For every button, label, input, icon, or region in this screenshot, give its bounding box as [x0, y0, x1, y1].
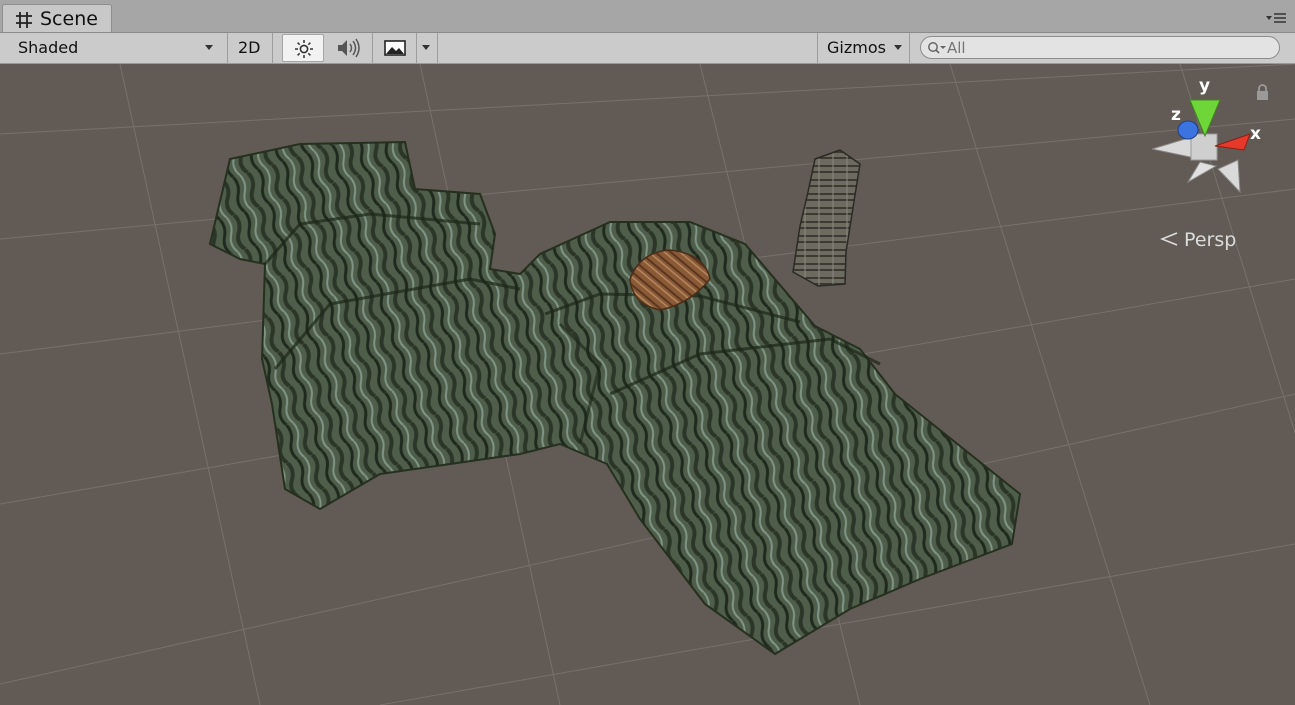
- draw-mode-dropdown[interactable]: Shaded: [6, 33, 220, 63]
- lock-icon[interactable]: [1255, 84, 1270, 101]
- gizmos-label: Gizmos: [827, 38, 886, 57]
- search-icon: [928, 42, 946, 54]
- image-icon: [384, 40, 406, 56]
- chevron-down-icon: [422, 45, 430, 50]
- gizmo-x-cone[interactable]: [1214, 133, 1251, 151]
- scene-viewport[interactable]: y z x Persp: [0, 64, 1295, 705]
- sun-icon: [295, 40, 313, 58]
- draw-mode-label: Shaded: [18, 38, 79, 57]
- effects-toggle-button[interactable]: [376, 33, 414, 63]
- 2d-toggle-button[interactable]: 2D: [229, 33, 269, 63]
- toolbar-divider: [372, 33, 373, 63]
- projection-toggle[interactable]: Persp: [1159, 229, 1237, 251]
- gizmo-z-label: z: [1171, 105, 1181, 125]
- scene-toolbar: Shaded 2D Gizmos: [0, 33, 1295, 64]
- chevron-down-icon: [205, 45, 213, 50]
- tab-options-icon[interactable]: [1265, 11, 1287, 25]
- gizmo-neg-z-cone[interactable]: [1217, 159, 1241, 194]
- stone-pillar: [792, 149, 861, 287]
- gizmo-y-label: y: [1199, 76, 1210, 96]
- toolbar-divider: [227, 33, 228, 63]
- grid-hash-icon: [16, 12, 32, 28]
- toolbar-divider: [272, 33, 273, 63]
- perspective-icon: [1159, 232, 1178, 246]
- rock-slabs: [208, 140, 1022, 656]
- toolbar-divider: [437, 33, 438, 63]
- speaker-icon: [338, 38, 360, 58]
- audio-toggle-button[interactable]: [328, 33, 368, 63]
- search-field[interactable]: [920, 36, 1280, 59]
- gizmo-z-cone[interactable]: [1177, 120, 1199, 140]
- gizmo-neg-y-cone[interactable]: [1186, 161, 1218, 184]
- lighting-toggle-button[interactable]: [282, 34, 324, 62]
- scene-render: [0, 64, 1295, 705]
- scene-tab[interactable]: Scene: [2, 4, 112, 32]
- toolbar-divider: [909, 33, 910, 63]
- gizmo-x-label: x: [1250, 124, 1261, 144]
- gizmo-center-cube[interactable]: [1190, 133, 1218, 161]
- search-input[interactable]: [947, 37, 1267, 58]
- 2d-toggle-label: 2D: [238, 38, 261, 57]
- effects-dropdown[interactable]: [417, 33, 435, 63]
- scene-tab-label: Scene: [40, 8, 98, 30]
- gizmos-dropdown[interactable]: Gizmos: [818, 33, 908, 63]
- chevron-down-icon: [894, 45, 902, 50]
- window-tab-bar: Scene: [0, 0, 1295, 33]
- projection-label: Persp: [1184, 229, 1237, 251]
